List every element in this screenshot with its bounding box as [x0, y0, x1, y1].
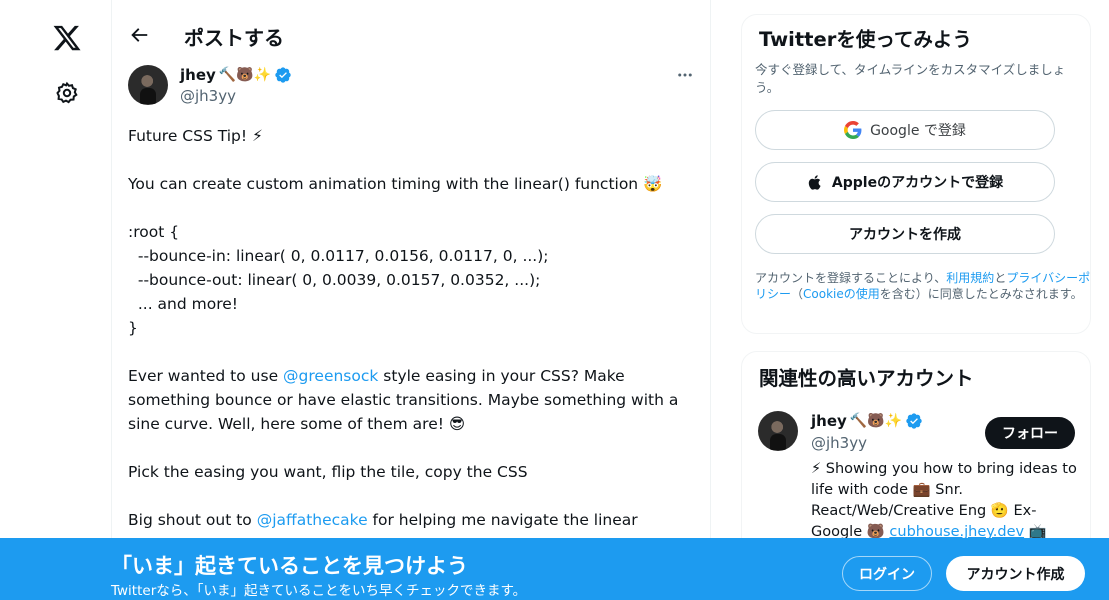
login-button[interactable]: ログイン — [842, 556, 932, 591]
header: ポストする — [112, 0, 710, 72]
tweet-line: --bounce-out: linear( 0, 0.0039, 0.0157,… — [128, 271, 541, 289]
main-column: ポストする jhey 🔨🐻✨ @jh3yy Future CSS Tip! ⚡ … — [111, 0, 711, 600]
gear-icon[interactable] — [55, 81, 79, 105]
create-account-label: アカウントを作成 — [849, 227, 961, 243]
related-display-name: jhey — [811, 412, 847, 430]
create-account-button[interactable]: アカウントを作成 — [755, 214, 1055, 254]
avatar[interactable] — [128, 65, 168, 105]
verified-badge-icon — [905, 412, 923, 430]
tweet-line: Future CSS Tip! ⚡ — [128, 127, 263, 145]
author-name-emoji: 🔨🐻✨ — [218, 67, 272, 83]
terms-text: アカウントを登録することにより、利用規約とプライバシーポリシー（Cookieの使… — [755, 270, 1091, 302]
bio-line: ⚡ Showing you how to bring ideas to — [811, 461, 1077, 477]
tweet-line: } — [128, 319, 138, 337]
tweet-text-segment: Big shout out to — [128, 511, 257, 529]
signup-button[interactable]: アカウント作成 — [946, 556, 1085, 591]
more-options-icon[interactable] — [674, 66, 696, 84]
tweet-line: :root { — [128, 223, 180, 241]
google-signup-label: Google で登録 — [870, 123, 966, 139]
apple-signup-label: Appleのアカウントで登録 — [831, 175, 1004, 191]
author-name[interactable]: jhey 🔨🐻✨ — [180, 66, 292, 84]
tweet-text-segment: style easing in your CSS? Make — [378, 367, 625, 385]
tweet-line: You can create custom animation timing w… — [128, 175, 663, 193]
page-title: ポストする — [184, 26, 284, 50]
verified-badge-icon — [274, 66, 292, 84]
terms-segment: と — [994, 271, 1007, 285]
apple-signup-button[interactable]: Appleのアカウントで登録 — [755, 162, 1055, 202]
follow-button[interactable]: フォロー — [985, 417, 1075, 449]
tweet-line: ... and more! — [128, 295, 239, 313]
x-logo-icon[interactable] — [52, 23, 82, 53]
signup-title: Twitterを使ってみよう — [759, 28, 972, 51]
left-nav — [0, 0, 112, 600]
tweet-text: Future CSS Tip! ⚡ You can create custom … — [128, 124, 678, 532]
related-account-handle[interactable]: @jh3yy — [811, 434, 867, 452]
mention-link[interactable]: @greensock — [283, 367, 378, 385]
google-icon — [844, 121, 862, 139]
avatar[interactable] — [758, 411, 798, 451]
bio-line: life with code 💼 Snr. — [811, 482, 963, 498]
author-display-name: jhey — [180, 66, 216, 84]
tweet-line: Pick the easing you want, flip the tile,… — [128, 463, 528, 481]
terms-link[interactable]: 利用規約 — [946, 271, 994, 285]
mention-link[interactable]: @jaffathecake — [257, 511, 368, 529]
bottom-signup-bar: 「いま」起きていることを見つけよう Twitterなら、「いま」起きていることを… — [0, 538, 1109, 600]
terms-segment: を含む）に同意したとみなされます。 — [879, 287, 1083, 301]
tweet-line: Ever wanted to use @greensock style easi… — [128, 364, 678, 388]
tweet-text-segment: for helping me navigate the linear — [367, 511, 638, 529]
terms-segment: （ — [791, 287, 804, 301]
related-name-emoji: 🔨🐻✨ — [849, 413, 903, 429]
signup-card: Twitterを使ってみよう 今すぐ登録して、タイムラインをカスタマイズしましょ… — [741, 14, 1091, 334]
tweet-line: Big shout out to @jaffathecake for helpi… — [128, 508, 678, 532]
author-handle[interactable]: @jh3yy — [180, 87, 236, 105]
related-account-name[interactable]: jhey 🔨🐻✨ — [811, 412, 923, 430]
terms-segment: アカウントを登録することにより、 — [755, 271, 947, 285]
bottom-bar-title: 「いま」起きていることを見つけよう — [111, 554, 468, 578]
tweet-line: something bounce or have elastic transit… — [128, 391, 679, 409]
bottom-bar-subtitle: Twitterなら、「いま」起きていることをいち早くチェックできます。 — [111, 583, 527, 599]
tweet-line: --bounce-in: linear( 0, 0.0117, 0.0156, … — [128, 247, 549, 265]
cookie-link[interactable]: Cookieの使用 — [803, 287, 880, 301]
related-account-bio: ⚡ Showing you how to bring ideas to life… — [811, 459, 1081, 543]
google-signup-button[interactable]: Google で登録 — [755, 110, 1055, 150]
tweet-line: sine curve. Well, here some of them are!… — [128, 415, 466, 433]
signup-subtitle: 今すぐ登録して、タイムラインをカスタマイズしましょう。 — [755, 62, 1066, 95]
arrow-left-icon[interactable] — [128, 24, 150, 46]
related-title: 関連性の高いアカウント — [759, 367, 974, 390]
apple-icon — [807, 174, 824, 191]
bio-line: React/Web/Creative Eng 🫡 Ex- — [811, 503, 1037, 519]
tweet-text-segment: Ever wanted to use — [128, 367, 284, 385]
